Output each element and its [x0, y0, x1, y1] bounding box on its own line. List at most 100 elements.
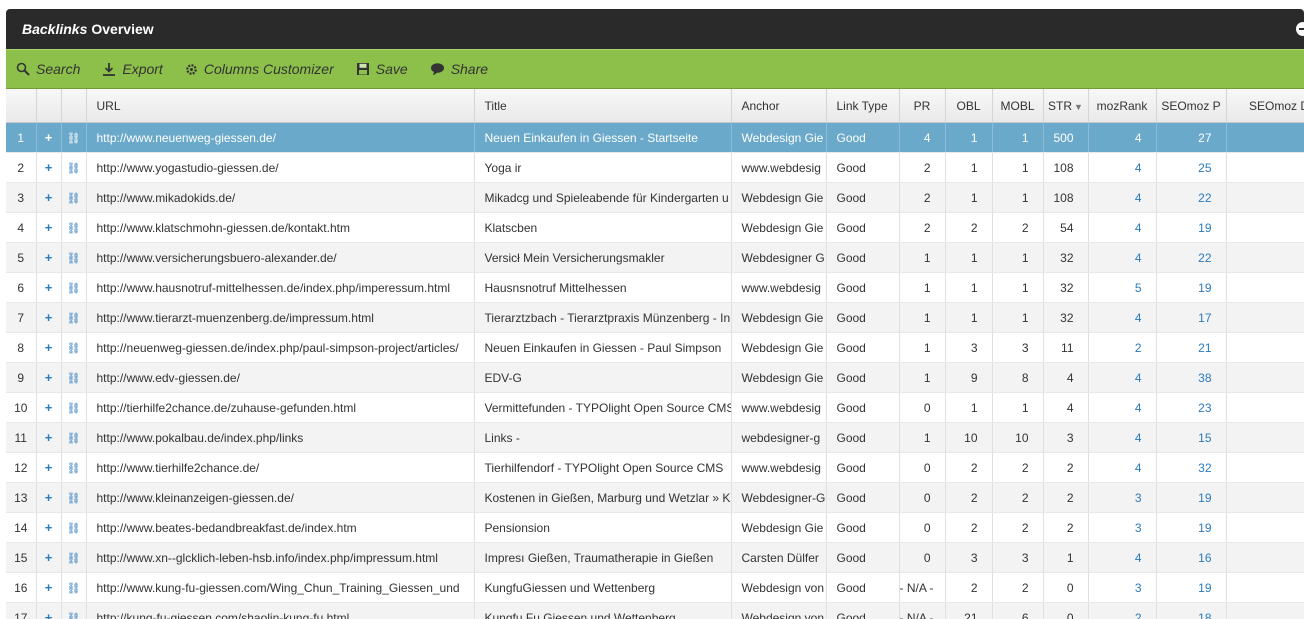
expand-row-button[interactable]: +	[36, 182, 62, 213]
seomoz-da-cell[interactable]: 10	[1226, 482, 1304, 513]
seomoz-da-cell[interactable]: 26	[1226, 362, 1304, 393]
row-link-button[interactable]: ⛓	[61, 212, 87, 243]
columns-customizer-button[interactable]: Columns Customizer	[185, 61, 334, 77]
obl-column-header[interactable]: OBL	[945, 89, 993, 123]
expand-row-button[interactable]: +	[36, 242, 62, 273]
table-row[interactable]: 7 + ⛓ http://www.tierarzt-muenzenberg.de/im…	[6, 302, 1304, 333]
seomoz-da-cell[interactable]: 11	[1226, 182, 1304, 213]
expand-row-button[interactable]: +	[36, 542, 62, 573]
table-row[interactable]: 1 + ⛓ http://www.neuenweg-giessen.de/Neuen …	[6, 122, 1304, 153]
search-button[interactable]: Search	[16, 61, 80, 77]
url-cell[interactable]: http://tierhilfe2chance.de/zuhause-gefun…	[86, 392, 475, 423]
mozrank-cell[interactable]: 3	[1088, 482, 1157, 513]
seomoz-da-cell[interactable]: 12	[1226, 572, 1304, 603]
mobl-column-header[interactable]: MOBL	[992, 89, 1044, 123]
url-cell[interactable]: http://www.tierhilfe2chance.de/	[86, 452, 475, 483]
url-cell[interactable]: http://www.neuenweg-giessen.de/	[86, 122, 475, 153]
seomoz-da-cell[interactable]: 26	[1226, 212, 1304, 243]
expand-row-button[interactable]: +	[36, 212, 62, 243]
table-row[interactable]: 11 + ⛓ http://www.pokalbau.de/index.php/lin…	[6, 422, 1304, 453]
mozrank-cell[interactable]: 4	[1088, 242, 1157, 273]
url-cell[interactable]: http://www.edv-giessen.de/	[86, 362, 475, 393]
seomoz-pa-cell[interactable]: 25	[1156, 152, 1227, 183]
table-row[interactable]: 17 + ⛓ http://kung-fu-giessen.com/shaolin-k…	[6, 602, 1304, 619]
seomoz-pa-cell[interactable]: 16	[1156, 542, 1227, 573]
seomoz-pa-cell[interactable]: 21	[1156, 332, 1227, 363]
seomoz-da-cell[interactable]: 12	[1226, 272, 1304, 303]
anchor-column-header[interactable]: Anchor	[731, 89, 827, 123]
seomoz-pa-cell[interactable]: 19	[1156, 512, 1227, 543]
url-cell[interactable]: http://kung-fu-giessen.com/shaolin-kung-…	[86, 602, 475, 619]
seomoz-pa-cell[interactable]: 38	[1156, 362, 1227, 393]
seomoz-pa-cell[interactable]: 22	[1156, 182, 1227, 213]
table-row[interactable]: 3 + ⛓ http://www.mikadokids.de/Mikadcg und …	[6, 182, 1304, 213]
row-link-button[interactable]: ⛓	[61, 452, 87, 483]
mozrank-cell[interactable]: 3	[1088, 572, 1157, 603]
row-link-button[interactable]: ⛓	[61, 152, 87, 183]
row-link-button[interactable]: ⛓	[61, 572, 87, 603]
url-cell[interactable]: http://www.klatschmohn-giessen.de/kontak…	[86, 212, 475, 243]
table-row[interactable]: 12 + ⛓ http://www.tierhilfe2chance.de/Tierh…	[6, 452, 1304, 483]
mozrank-cell[interactable]: 2	[1088, 602, 1157, 619]
mozrank-cell[interactable]: 4	[1088, 302, 1157, 333]
expand-row-button[interactable]: +	[36, 152, 62, 183]
save-button[interactable]: Save	[356, 61, 408, 77]
expand-row-button[interactable]: +	[36, 512, 62, 543]
row-link-button[interactable]: ⛓	[61, 302, 87, 333]
url-cell[interactable]: http://neuenweg-giessen.de/index.php/pau…	[86, 332, 475, 363]
row-link-button[interactable]: ⛓	[61, 422, 87, 453]
table-row[interactable]: 13 + ⛓ http://www.kleinanzeigen-giessen.de/…	[6, 482, 1304, 513]
expand-row-button[interactable]: +	[36, 602, 62, 619]
url-cell[interactable]: http://www.yogastudio-giessen.de/	[86, 152, 475, 183]
seomoz-da-cell[interactable]: 18	[1226, 422, 1304, 453]
url-column-header[interactable]: URL	[86, 89, 475, 123]
url-cell[interactable]: http://www.hausnotruf-mittelhessen.de/in…	[86, 272, 475, 303]
url-cell[interactable]: http://www.xn--glcklich-leben-hsb.info/i…	[86, 542, 475, 573]
seomoz-da-cell[interactable]: 15	[1226, 122, 1304, 153]
seomoz-da-cell[interactable]: 20	[1226, 392, 1304, 423]
expand-row-button[interactable]: +	[36, 122, 62, 153]
row-link-button[interactable]: ⛓	[61, 392, 87, 423]
seomoz-pa-cell[interactable]: 19	[1156, 212, 1227, 243]
table-row[interactable]: 8 + ⛓ http://neuenweg-giessen.de/index.php/…	[6, 332, 1304, 363]
expand-row-button[interactable]: +	[36, 392, 62, 423]
export-button[interactable]: Export	[102, 61, 163, 77]
row-link-button[interactable]: ⛓	[61, 482, 87, 513]
expand-row-button[interactable]: +	[36, 302, 62, 333]
seomoz-da-cell[interactable]: 15	[1226, 302, 1304, 333]
expand-row-button[interactable]: +	[36, 452, 62, 483]
mozrank-cell[interactable]: 4	[1088, 152, 1157, 183]
row-link-button[interactable]: ⛓	[61, 242, 87, 273]
share-button[interactable]: Share	[430, 61, 488, 77]
expand-row-button[interactable]: +	[36, 482, 62, 513]
table-row[interactable]: 2 + ⛓ http://www.yogastudio-giessen.de/Yoga…	[6, 152, 1304, 183]
mozrank-cell[interactable]: 2	[1088, 332, 1157, 363]
url-cell[interactable]: http://www.pokalbau.de/index.php/links	[86, 422, 475, 453]
table-row[interactable]: 10 + ⛓ http://tierhilfe2chance.de/zuhause-g…	[6, 392, 1304, 423]
seomoz-pa-cell[interactable]: 27	[1156, 122, 1227, 153]
collapse-icon[interactable]	[1296, 22, 1304, 36]
seomoz-pa-cell[interactable]: 18	[1156, 602, 1227, 619]
row-link-button[interactable]: ⛓	[61, 122, 87, 153]
url-cell[interactable]: http://www.kleinanzeigen-giessen.de/	[86, 482, 475, 513]
row-link-button[interactable]: ⛓	[61, 362, 87, 393]
mozrank-cell[interactable]: 5	[1088, 272, 1157, 303]
expand-row-button[interactable]: +	[36, 272, 62, 303]
expand-row-button[interactable]: +	[36, 422, 62, 453]
url-cell[interactable]: http://www.beates-bedandbreakfast.de/ind…	[86, 512, 475, 543]
str-column-header[interactable]: STR ▼	[1043, 89, 1089, 123]
mozrank-cell[interactable]: 4	[1088, 212, 1157, 243]
seomoz-pa-cell[interactable]: 19	[1156, 482, 1227, 513]
table-row[interactable]: 4 + ⛓ http://www.klatschmohn-giessen.de/kon…	[6, 212, 1304, 243]
table-row[interactable]: 16 + ⛓ http://www.kung-fu-giessen.com/Wing_…	[6, 572, 1304, 603]
seomoz-da-cell[interactable]: 14	[1226, 542, 1304, 573]
url-cell[interactable]: http://www.versicherungsbuero-alexander.…	[86, 242, 475, 273]
seomoz-pa-cell[interactable]: 17	[1156, 302, 1227, 333]
mozrank-cell[interactable]: 4	[1088, 452, 1157, 483]
seomoz-pa-cell[interactable]: 19	[1156, 572, 1227, 603]
seomoz-da-column-header[interactable]: SEOmoz D	[1226, 89, 1304, 123]
pr-column-header[interactable]: PR	[899, 89, 946, 123]
seomoz-pa-cell[interactable]: 22	[1156, 242, 1227, 273]
row-link-button[interactable]: ⛓	[61, 542, 87, 573]
seomoz-pa-column-header[interactable]: SEOmoz P	[1156, 89, 1227, 123]
